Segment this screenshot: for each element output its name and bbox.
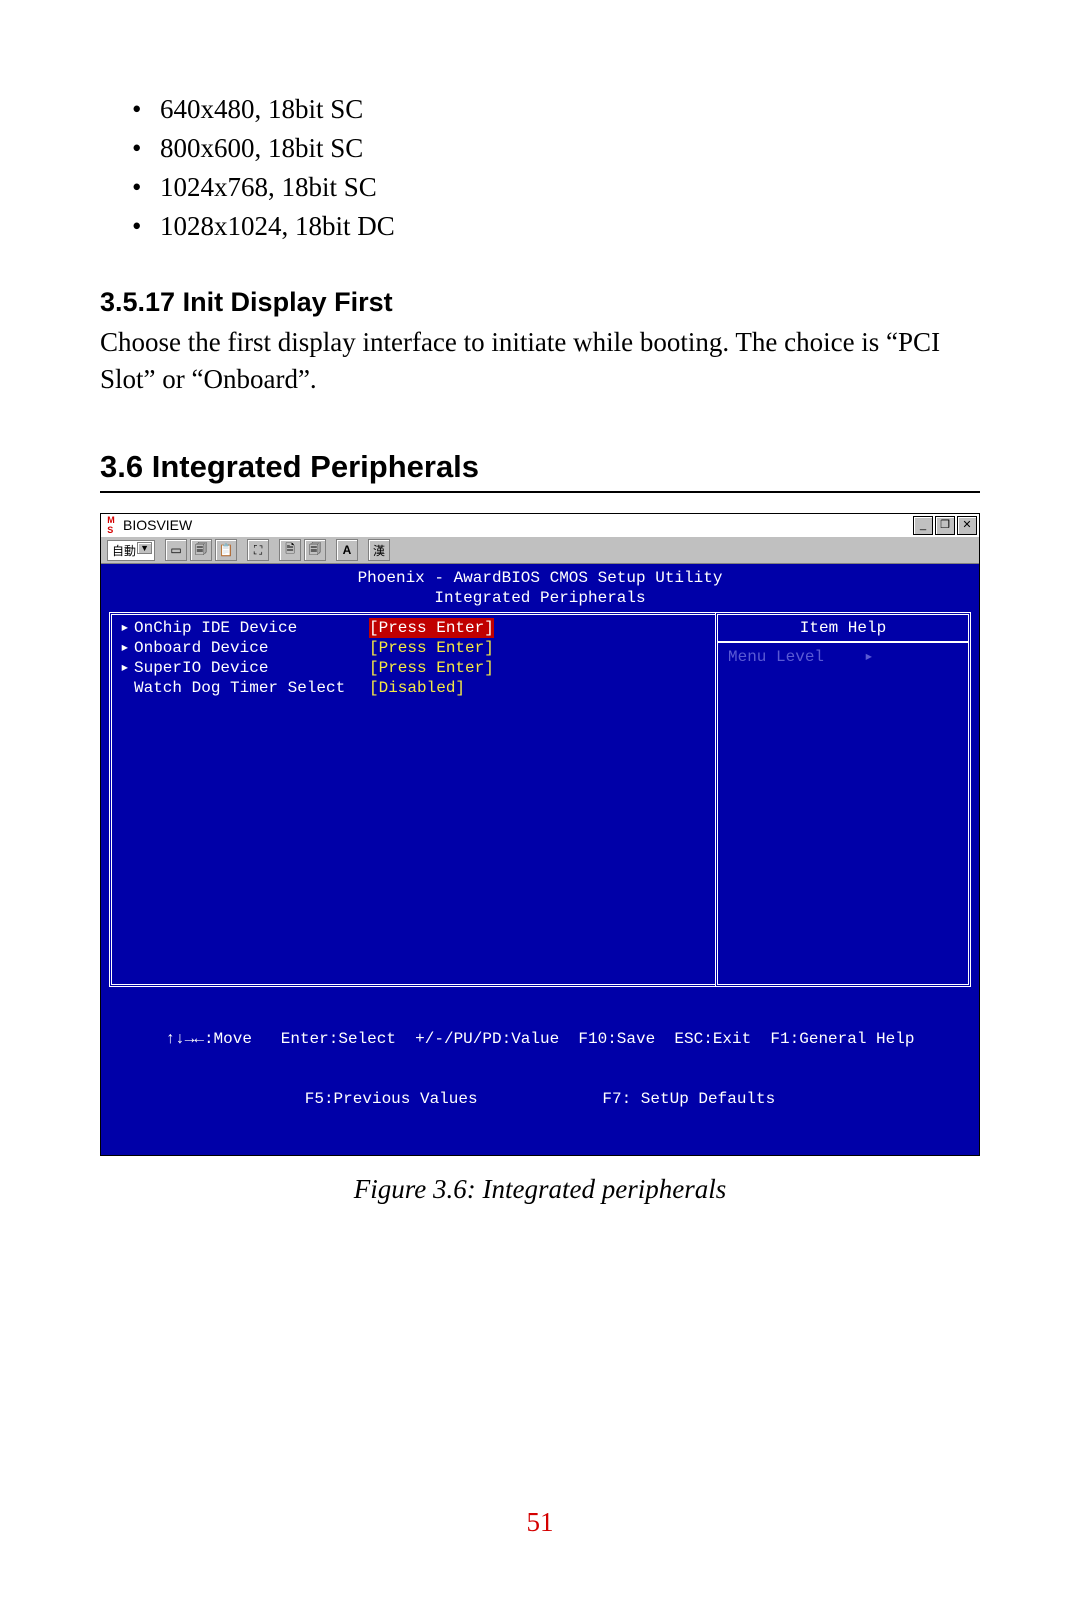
copy-icon[interactable]: 🗐 (190, 539, 212, 561)
item-help-title: Item Help (718, 615, 968, 641)
bios-footer: ↑↓→←:Move Enter:Select +/-/PU/PD:Value F… (101, 987, 979, 1155)
select-rect-icon[interactable]: ▭ (165, 539, 187, 561)
submenu-arrow-icon: ▸ (120, 638, 134, 658)
option-label: Watch Dog Timer Select (134, 678, 369, 698)
app-icon: MS (103, 517, 119, 533)
chevron-right-icon: ▸ (864, 648, 874, 666)
submenu-arrow-icon: ▸ (120, 618, 134, 638)
close-button[interactable]: ✕ (957, 516, 977, 535)
option-value: [Disabled] (369, 678, 465, 698)
bios-option-row[interactable]: ▸ Onboard Device [Press Enter] (120, 638, 707, 658)
page2-icon[interactable]: 🗐 (304, 539, 326, 561)
option-value: [Press Enter] (369, 618, 494, 638)
list-item: 1024x768, 18bit SC (160, 168, 980, 207)
option-value: [Press Enter] (369, 638, 494, 658)
resolution-list: 640x480, 18bit SC 800x600, 18bit SC 1024… (100, 90, 980, 247)
option-label: SuperIO Device (134, 658, 369, 678)
bios-help-panel: Item Help Menu Level▸ (715, 612, 971, 987)
no-arrow-icon (120, 678, 134, 698)
kanji-icon[interactable]: 漢 (368, 539, 390, 561)
paste-icon[interactable]: 📋 (215, 539, 237, 561)
bios-options-panel: ▸ OnChip IDE Device [Press Enter] ▸ Onbo… (109, 612, 715, 987)
footer-line2: F5:Previous Values F7: SetUp Defaults (101, 1089, 979, 1109)
option-label: OnChip IDE Device (134, 618, 369, 638)
list-item: 1028x1024, 18bit DC (160, 207, 980, 246)
section-heading: 3.6 Integrated Peripherals (100, 449, 980, 493)
subsection-body: Choose the first display interface to in… (100, 324, 980, 400)
window-titlebar: MS BIOSVIEW _ ❐ ✕ (101, 514, 979, 536)
bios-header: Phoenix - AwardBIOS CMOS Setup Utility I… (101, 564, 979, 610)
option-label: Onboard Device (134, 638, 369, 658)
footer-line1: ↑↓→←:Move Enter:Select +/-/PU/PD:Value F… (101, 1029, 979, 1049)
toolbar: 自動 ▭ 🗐 📋 ⛶ 🗎 🗐 A 漢 (101, 536, 979, 564)
fit-icon[interactable]: ⛶ (247, 539, 269, 561)
bios-body: Phoenix - AwardBIOS CMOS Setup Utility I… (101, 564, 979, 1155)
option-value: [Press Enter] (369, 658, 494, 678)
list-item: 640x480, 18bit SC (160, 90, 980, 129)
bios-option-row[interactable]: Watch Dog Timer Select [Disabled] (120, 678, 707, 698)
bios-option-row[interactable]: ▸ SuperIO Device [Press Enter] (120, 658, 707, 678)
page1-icon[interactable]: 🗎 (279, 539, 301, 561)
bios-header-line2: Integrated Peripherals (101, 588, 979, 608)
list-item: 800x600, 18bit SC (160, 129, 980, 168)
submenu-arrow-icon: ▸ (120, 658, 134, 678)
bold-icon[interactable]: A (336, 539, 358, 561)
page-number: 51 (0, 1507, 1080, 1538)
maximize-button[interactable]: ❐ (935, 516, 955, 535)
mode-select[interactable]: 自動 (107, 540, 155, 561)
window-title: BIOSVIEW (119, 517, 911, 533)
bios-option-row[interactable]: ▸ OnChip IDE Device [Press Enter] (120, 618, 707, 638)
subsection-heading: 3.5.17 Init Display First (100, 287, 980, 318)
menu-level-label: Menu Level▸ (718, 643, 968, 671)
figure-caption: Figure 3.6: Integrated peripherals (100, 1174, 980, 1205)
minimize-button[interactable]: _ (913, 516, 933, 535)
bios-header-line1: Phoenix - AwardBIOS CMOS Setup Utility (101, 568, 979, 588)
bios-window: MS BIOSVIEW _ ❐ ✕ 自動 ▭ 🗐 📋 ⛶ 🗎 🗐 A 漢 Pho… (100, 513, 980, 1156)
